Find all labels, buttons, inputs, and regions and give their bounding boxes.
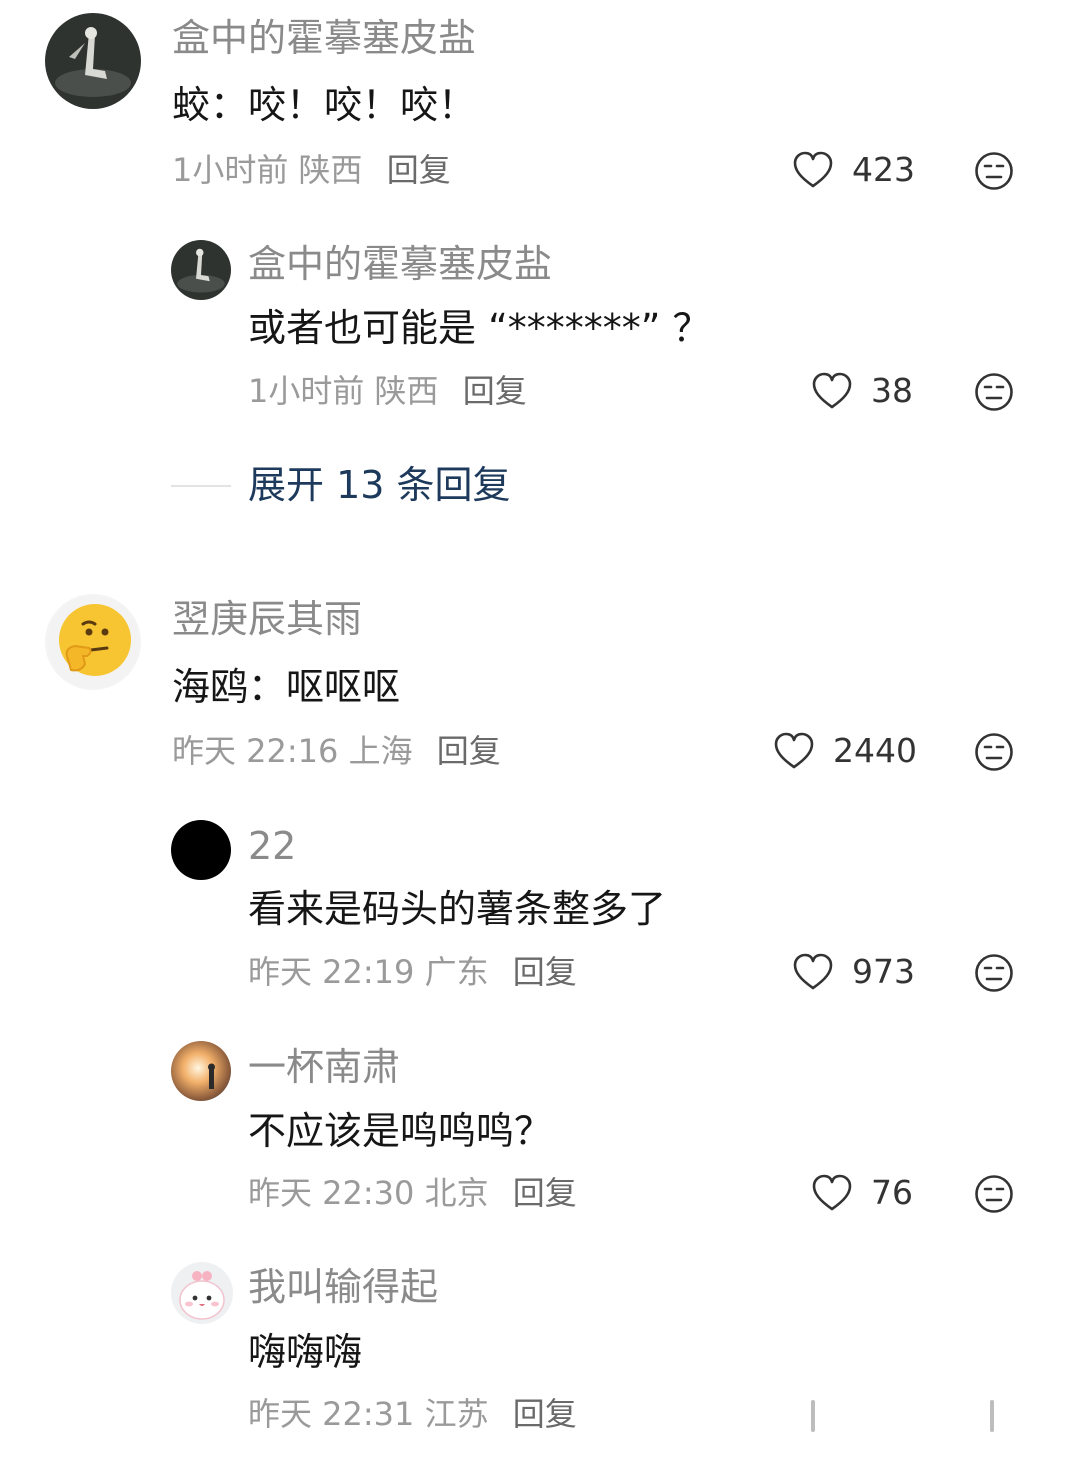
comment-author[interactable]: 盒中的霍摹塞皮盐 [172,16,476,60]
comment-time: 昨天 22:30 [248,1174,415,1212]
reply-button[interactable]: 回复 [513,953,577,991]
comment-text: 看来是码头的薯条整多了 [248,887,667,931]
reply-button[interactable]: 回复 [513,1174,577,1212]
comment-time: 1小时前 [248,372,365,410]
like-button[interactable]: 973 [792,952,915,992]
divider [171,485,231,487]
dislike-face-icon[interactable] [974,732,1014,772]
comment-meta: 1小时前 陕西 回复 [248,371,527,411]
dislike-face-icon[interactable] [974,1174,1014,1214]
comment-author[interactable]: 翌庚辰其雨 [172,597,362,641]
comment-meta: 昨天 22:19 广东 回复 [248,952,577,992]
like-count: 423 [852,150,915,189]
avatar[interactable] [171,240,231,300]
comment-meta: 昨天 22:16 上海 回复 [172,731,501,771]
heart-icon [793,151,833,188]
avatar[interactable] [45,13,141,109]
like-button[interactable]: 76 [811,1173,913,1213]
comment-location: 北京 [424,1174,489,1212]
comment-text: 蛟：咬！咬！咬！ [172,83,477,127]
heart-icon [774,732,814,769]
comment-location: 广东 [424,953,489,991]
comment-text: 海鸥：呕呕呕 [172,665,401,709]
dislike-face-icon[interactable] [974,953,1014,993]
comment-location: 江苏 [424,1395,489,1433]
avatar[interactable] [171,820,231,880]
avatar[interactable] [171,1041,231,1101]
like-count: 38 [871,371,913,410]
comment-text: 嗨嗨嗨 [248,1330,363,1374]
comment-location: 陕西 [298,151,363,189]
comment-text: 或者也可能是 “*******” ？ [248,306,711,350]
comment-meta: 昨天 22:31 江苏 回复 [248,1394,577,1434]
like-button[interactable]: 38 [811,371,913,411]
like-count: 76 [871,1173,913,1212]
comment-meta: 1小时前 陕西 回复 [172,150,451,190]
like-button[interactable]: 2440 [773,731,917,771]
comment-author[interactable]: 盒中的霍摹塞皮盐 [248,242,552,286]
comment-time: 昨天 22:31 [248,1395,415,1433]
like-button[interactable]: 423 [792,150,915,190]
reply-button[interactable]: 回复 [463,372,527,410]
comment-location: 上海 [348,732,413,770]
heart-icon [812,372,852,409]
like-button[interactable] [811,1400,815,1432]
dislike-face-icon[interactable] [990,1400,994,1432]
heart-icon [793,953,833,990]
comment-time: 昨天 22:16 [172,732,339,770]
comment-text: 不应该是鸣鸣鸣？ [248,1109,553,1153]
comment-author[interactable]: 22 [248,824,296,868]
expand-replies-button[interactable]: 展开 13 条回复 [248,462,511,508]
comment-time: 昨天 22:19 [248,953,415,991]
dislike-face-icon[interactable] [974,151,1014,191]
like-count: 973 [852,952,915,991]
dislike-face-icon[interactable] [974,372,1014,412]
comment-author[interactable]: 一杯南肃 [248,1045,400,1089]
reply-button[interactable]: 回复 [387,151,451,189]
like-count: 2440 [833,731,917,770]
reply-button[interactable]: 回复 [513,1395,577,1433]
reply-button[interactable]: 回复 [437,732,501,770]
avatar[interactable] [171,1262,233,1324]
comment-location: 陕西 [374,372,439,410]
heart-icon [812,1174,852,1211]
comment-author[interactable]: 我叫输得起 [248,1265,438,1309]
comment-meta: 昨天 22:30 北京 回复 [248,1173,577,1213]
comment-time: 1小时前 [172,151,289,189]
avatar[interactable] [45,594,141,690]
